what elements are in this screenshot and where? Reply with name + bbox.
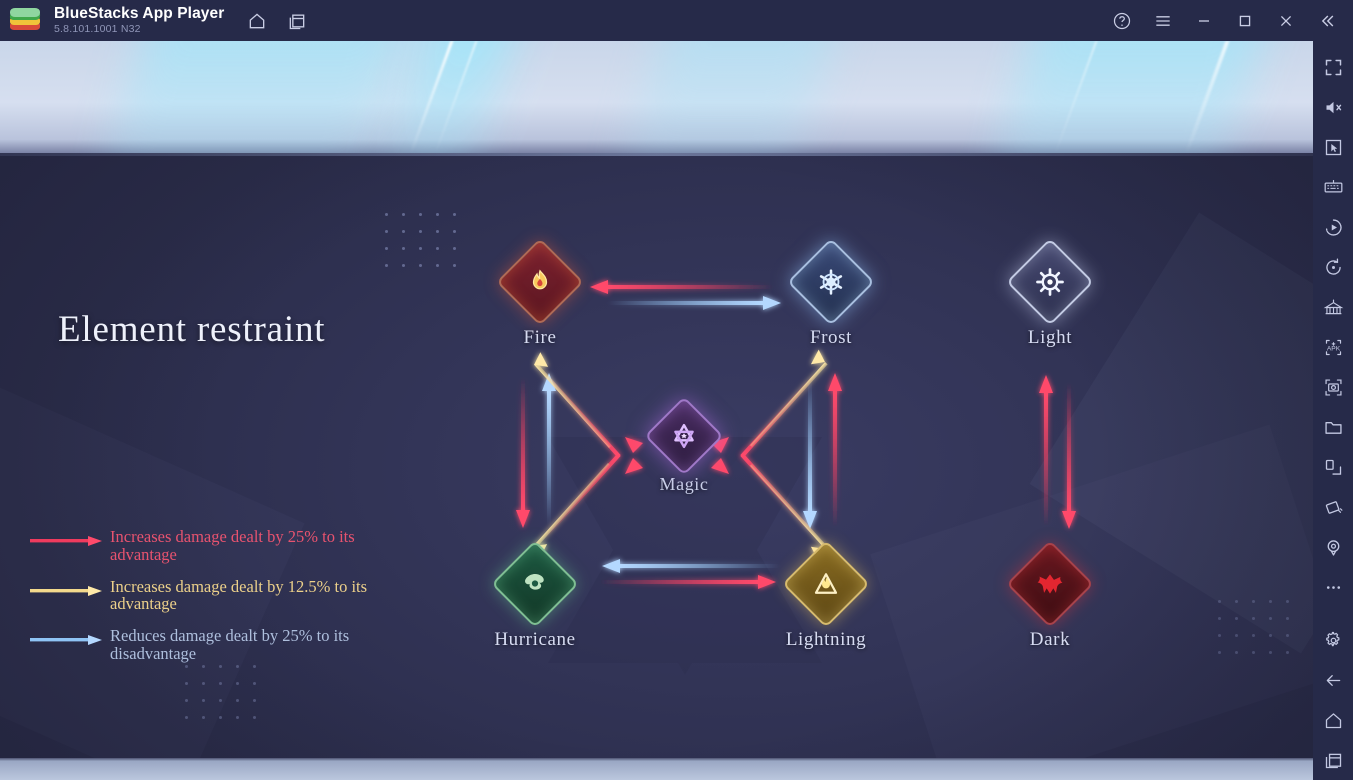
screenshot-icon[interactable] [1313,367,1353,407]
legend-text: Increases damage dealt by 25% to its adv… [110,527,355,564]
fire-icon [496,238,584,326]
menu-icon[interactable] [1151,9,1175,33]
element-label: Frost [809,327,853,348]
page-title: Element restraint [58,309,326,350]
macro-recorder-icon[interactable] [1313,207,1353,247]
home-icon[interactable] [246,10,268,32]
tilt-icon[interactable] [1313,487,1353,527]
legend-row: Increases damage dealt by 25% to its adv… [30,528,425,564]
element-node-magic[interactable]: Magic [629,396,739,495]
legend-row: Increases damage dealt by 12.5% to its a… [30,576,425,614]
element-label: Light [1027,327,1073,348]
element-node-dark[interactable]: Dark [995,540,1105,651]
legend-text: Increases damage dealt by 12.5% to its a… [110,576,368,614]
fullscreen-icon[interactable] [1313,47,1353,87]
element-label: Dark [1029,629,1071,650]
multi-instance-icon[interactable] [286,10,308,32]
keymapping-icon[interactable] [1313,167,1353,207]
mute-icon[interactable] [1313,87,1353,127]
multi-instance-sync-icon[interactable] [1313,287,1353,327]
legend-row: Reduces damage dealt by 25% to its disad… [30,627,425,663]
title-bar-nav [246,10,308,32]
element-node-fire[interactable]: Fire [485,238,595,349]
element-node-frost[interactable]: Frost [776,238,886,349]
home-icon[interactable] [1313,700,1353,740]
element-label: Hurricane [494,629,576,650]
lightning-icon [782,540,870,628]
maximize-icon[interactable] [1233,9,1257,33]
app-title: BlueStacks App Player [54,4,225,22]
hurricane-icon [491,540,579,628]
legend-arrow-yellow [30,585,102,596]
back-arrow-icon[interactable] [1313,660,1353,700]
legend: Increases damage dealt by 25% to its adv… [30,528,425,677]
element-label: Fire [523,327,557,348]
game-screen[interactable]: Element restraint Fire Frost Light Hurri… [0,41,1313,780]
title-bar: BlueStacks App Player 5.8.101.1001 N32 [0,0,1353,41]
media-manager-icon[interactable] [1313,407,1353,447]
window-controls [1110,0,1347,41]
element-label: Lightning [785,629,867,650]
magic-icon [644,396,724,476]
light-icon [1006,238,1094,326]
app-title-group: BlueStacks App Player 5.8.101.1001 N32 [54,4,225,36]
bluestacks-logo [9,7,41,34]
top-light-band [0,41,1313,153]
cursor-icon[interactable] [1313,127,1353,167]
dot-grid-decoration [1218,600,1289,654]
recents-icon[interactable] [1313,740,1353,780]
rotate-icon[interactable] [1313,247,1353,287]
dark-icon [1006,540,1094,628]
frost-icon [787,238,875,326]
minimize-icon[interactable] [1192,9,1216,33]
svg-text:APK: APK [1326,345,1340,352]
app-version: 5.8.101.1001 N32 [54,23,141,36]
more-icon[interactable] [1313,567,1353,607]
legend-arrow-red [30,536,102,546]
element-node-lightning[interactable]: Lightning [771,540,881,651]
shake-icon[interactable] [1313,447,1353,487]
element-node-hurricane[interactable]: Hurricane [480,540,590,651]
help-icon[interactable] [1110,9,1134,33]
settings-gear-icon[interactable] [1313,620,1353,660]
dot-grid-decoration [385,213,456,267]
collapse-sidebar-icon[interactable] [1315,9,1339,33]
bluestacks-sidebar: APK [1313,41,1353,780]
legend-arrow-blue [30,635,102,646]
location-icon[interactable] [1313,527,1353,567]
install-apk-icon[interactable]: APK [1313,327,1353,367]
bluestacks-window: BlueStacks App Player 5.8.101.1001 N32 E… [0,0,1353,780]
legend-text: Reduces damage dealt by 25% to its disad… [110,626,350,664]
close-icon[interactable] [1274,9,1298,33]
element-restraint-panel: Element restraint Fire Frost Light Hurri… [0,153,1313,758]
element-label: Magic [659,474,709,494]
element-node-light[interactable]: Light [995,238,1105,349]
bottom-tip-band: Tap blank space to close. [0,758,1313,780]
